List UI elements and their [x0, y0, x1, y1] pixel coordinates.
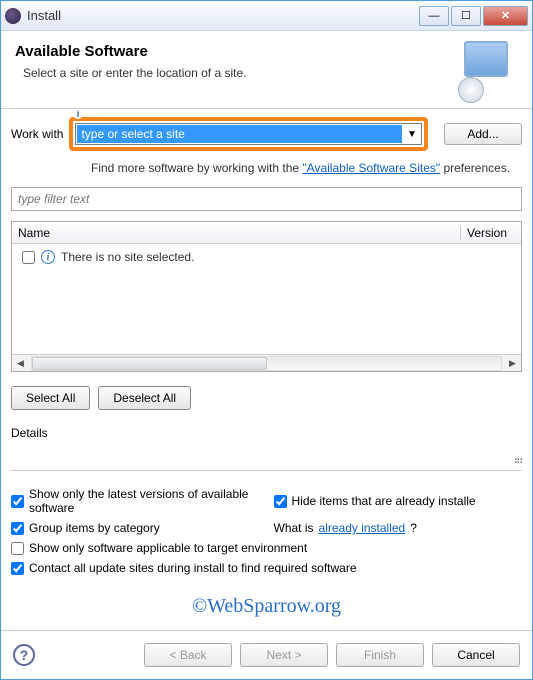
tree-row-checkbox[interactable] — [22, 251, 35, 264]
find-more-text: Find more software by working with the "… — [91, 161, 522, 175]
finish-button[interactable]: Finish — [336, 643, 424, 667]
opt-target-env[interactable]: Show only software applicable to target … — [11, 541, 522, 555]
opt-latest[interactable]: Show only the latest versions of availab… — [11, 487, 260, 515]
opt-hide-installed[interactable]: Hide items that are already installe — [274, 487, 523, 515]
help-icon[interactable]: ? — [13, 644, 35, 666]
add-button[interactable]: Add... — [444, 123, 522, 145]
opt-group[interactable]: Group items by category — [11, 521, 260, 535]
page-subtitle: Select a site or enter the location of a… — [23, 66, 518, 80]
chevron-down-icon[interactable]: ▼ — [403, 129, 421, 140]
titlebar: Install — ☐ ✕ — [1, 1, 532, 31]
dialog-header: Available Software Select a site or ente… — [1, 31, 532, 109]
window-title: Install — [27, 8, 419, 23]
already-installed-link[interactable]: already installed — [319, 521, 406, 535]
work-with-value[interactable]: type or select a site — [77, 125, 402, 143]
opt-contact-all[interactable]: Contact all update sites during install … — [11, 561, 522, 575]
app-icon — [5, 8, 21, 24]
details-resize-icon[interactable]: ⠿ — [511, 457, 522, 466]
work-with-combo[interactable]: type or select a site ▼ — [75, 123, 422, 145]
tree-row: i There is no site selected. — [22, 250, 511, 264]
opt-target-env-checkbox[interactable] — [11, 542, 24, 555]
opt-group-checkbox[interactable] — [11, 522, 24, 535]
col-version-header[interactable]: Version — [461, 226, 521, 240]
info-icon: i — [41, 250, 55, 264]
deselect-all-button[interactable]: Deselect All — [98, 386, 191, 410]
info-icon: i — [73, 109, 83, 119]
minimize-button[interactable]: — — [419, 6, 449, 26]
watermark: ©WebSparrow.org — [11, 595, 522, 618]
opt-latest-checkbox[interactable] — [11, 495, 24, 508]
work-with-label: Work with — [11, 127, 63, 141]
opt-contact-all-checkbox[interactable] — [11, 562, 24, 575]
page-title: Available Software — [15, 43, 518, 60]
details-label: Details — [11, 426, 48, 440]
tree-empty-msg: There is no site selected. — [61, 250, 194, 264]
maximize-button[interactable]: ☐ — [451, 6, 481, 26]
filter-input[interactable] — [11, 187, 522, 211]
select-all-button[interactable]: Select All — [11, 386, 90, 410]
available-sites-link[interactable]: "Available Software Sites" — [302, 161, 440, 175]
next-button[interactable]: Next > — [240, 643, 328, 667]
scroll-thumb[interactable] — [32, 357, 267, 370]
details-section: Details ⠿ — [11, 426, 522, 471]
software-tree: Name Version i There is no site selected… — [11, 221, 522, 372]
close-button[interactable]: ✕ — [483, 6, 528, 26]
work-with-highlight: type or select a site ▼ — [69, 117, 428, 151]
horizontal-scrollbar[interactable]: ◀ ▶ — [12, 354, 521, 371]
already-installed-text: What is already installed? — [274, 521, 523, 535]
cancel-button[interactable]: Cancel — [432, 643, 520, 667]
scroll-left-icon[interactable]: ◀ — [12, 356, 29, 371]
wizard-icon — [464, 41, 518, 95]
scroll-track[interactable] — [31, 356, 502, 371]
back-button[interactable]: < Back — [144, 643, 232, 667]
col-name-header[interactable]: Name — [12, 226, 461, 240]
opt-hide-installed-checkbox[interactable] — [274, 495, 287, 508]
scroll-right-icon[interactable]: ▶ — [504, 356, 521, 371]
